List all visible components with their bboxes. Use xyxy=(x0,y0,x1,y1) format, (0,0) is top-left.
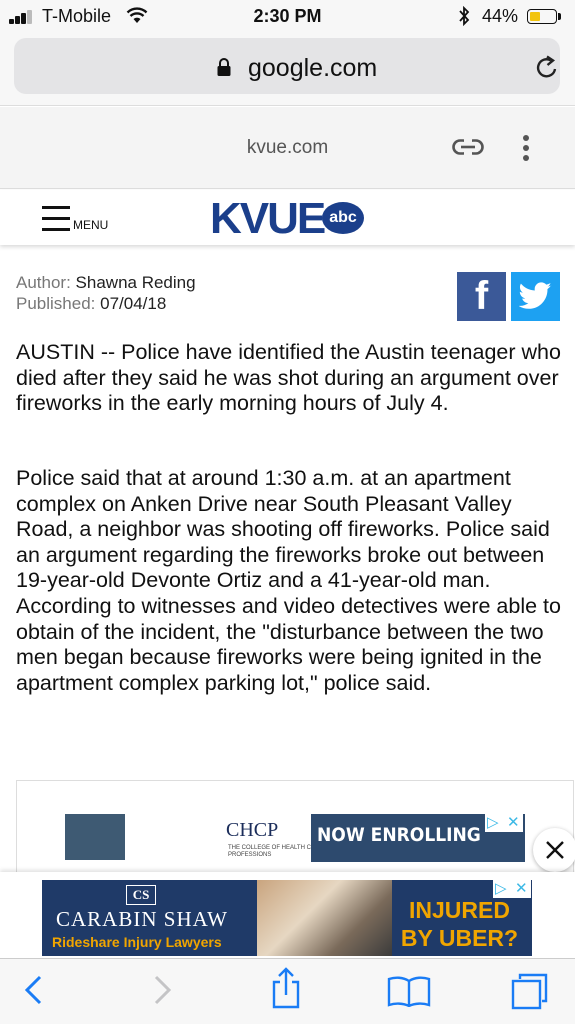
menu-button[interactable]: MENU xyxy=(42,202,114,232)
browser-toolbar xyxy=(0,958,575,1024)
author-label: Author: xyxy=(16,273,71,292)
chcp-logo-subtitle: THE COLLEGE OF HEALTH CARE PROFESSIONS xyxy=(228,845,324,858)
menu-label: MENU xyxy=(73,218,109,232)
ad-headline-line-1: INJURED xyxy=(409,897,510,923)
kvue-logo[interactable]: KVUE abc xyxy=(210,194,370,243)
published-label: Published: xyxy=(16,294,96,313)
bluetooth-icon xyxy=(459,6,470,26)
site-nav: MENU KVUE abc xyxy=(0,190,575,245)
ad-photo xyxy=(257,880,392,956)
adchoices-icon[interactable]: ▷ ✕ xyxy=(485,814,523,832)
twitter-share-button[interactable] xyxy=(511,272,560,321)
adchoices-icon[interactable]: ▷ ✕ xyxy=(493,880,531,898)
cs-tagline: Rideshare Injury Lawyers xyxy=(52,934,222,950)
close-icon xyxy=(546,841,564,859)
battery-nub xyxy=(558,13,561,20)
carabin-shaw-banner[interactable]: CS CARABIN SHAW Rideshare Injury Lawyers… xyxy=(42,880,532,956)
facebook-share-button[interactable]: f xyxy=(457,272,506,321)
article-paragraph: Police said that at around 1:30 a.m. at … xyxy=(16,466,561,695)
chcp-logo-text: CHCP xyxy=(226,819,279,841)
forward-icon[interactable] xyxy=(150,973,174,1007)
battery-percent: 44% xyxy=(482,6,519,26)
amp-domain[interactable]: kvue.com xyxy=(0,137,575,159)
amp-header: kvue.com xyxy=(0,107,575,189)
battery-icon xyxy=(527,9,557,24)
url-text: google.com xyxy=(248,54,378,82)
author-name: Shawna Reding xyxy=(75,273,196,292)
chcp-logo: CHCP THE COLLEGE OF HEALTH CARE PROFESSI… xyxy=(220,817,324,863)
back-icon[interactable] xyxy=(22,973,46,1007)
share-icon[interactable] xyxy=(270,967,302,1009)
lock-icon xyxy=(217,58,231,76)
sticky-ad[interactable]: CS CARABIN SHAW Rideshare Injury Lawyers… xyxy=(0,872,575,958)
ad-headline: INJURED BY UBER? xyxy=(392,896,527,952)
reload-icon[interactable] xyxy=(534,55,560,81)
browser-address-bar: google.com xyxy=(0,34,575,106)
status-bar: T-Mobile 2:30 PM 44% xyxy=(0,0,575,34)
article-byline: Author: Shawna Reding Published: 07/04/1… xyxy=(16,272,196,314)
kvue-logo-text: KVUE xyxy=(210,194,326,243)
article-paragraph: AUSTIN -- Police have identified the Aus… xyxy=(16,340,561,416)
published-date: 07/04/18 xyxy=(100,294,167,313)
ad-headline: NOW ENROLLING xyxy=(317,824,481,846)
battery-level xyxy=(529,11,541,21)
cs-firm-name: CARABIN SHAW xyxy=(56,907,228,931)
tabs-icon[interactable] xyxy=(510,971,550,1011)
close-ad-button[interactable] xyxy=(533,828,575,872)
facebook-icon: f xyxy=(474,274,489,318)
ad-image-block xyxy=(65,814,125,860)
hamburger-icon xyxy=(42,202,70,232)
ad-headline-line-2: BY UBER? xyxy=(400,925,519,951)
twitter-icon xyxy=(519,282,552,309)
url-field[interactable]: google.com xyxy=(14,38,560,94)
more-icon[interactable] xyxy=(522,135,530,161)
inline-ad[interactable]: CHCP THE COLLEGE OF HEALTH CARE PROFESSI… xyxy=(16,780,574,880)
bookmarks-icon[interactable] xyxy=(387,975,431,1007)
cs-logo: CS xyxy=(126,885,156,905)
link-icon[interactable] xyxy=(452,139,484,155)
abc-logo-badge: abc xyxy=(322,202,364,234)
